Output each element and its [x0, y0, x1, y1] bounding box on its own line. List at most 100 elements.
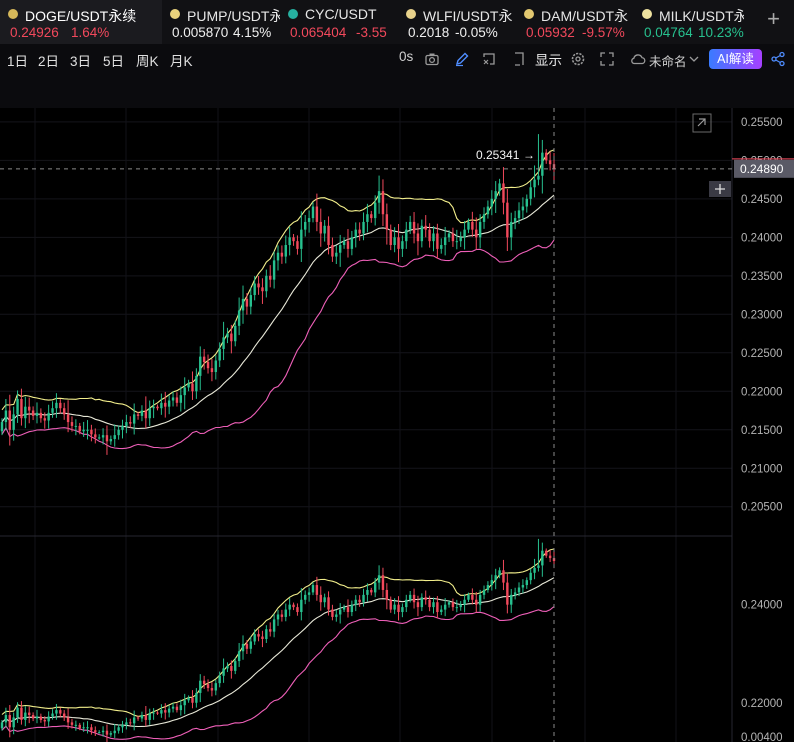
- candle-body: [136, 717, 140, 719]
- candle-body: [0, 422, 4, 432]
- candle-body: [475, 599, 478, 605]
- candle-body: [241, 298, 245, 311]
- share-icon[interactable]: [770, 51, 786, 67]
- wlfi-coin-icon: [406, 9, 416, 19]
- candle-body: [338, 609, 342, 615]
- pencil-icon[interactable]: [454, 51, 470, 67]
- candle-body: [424, 225, 427, 230]
- interval-5d[interactable]: 5日: [103, 50, 124, 70]
- candle-body: [502, 183, 505, 203]
- candle-body: [66, 717, 70, 723]
- candle-body: [401, 241, 404, 249]
- milk-coin-icon: [642, 9, 652, 19]
- candle-body: [510, 221, 513, 238]
- candlestick-chart[interactable]: 0.255000.250000.245000.240000.235000.230…: [0, 108, 794, 742]
- candle-body: [156, 406, 159, 409]
- candle-body: [331, 609, 334, 617]
- candle-body: [338, 245, 342, 253]
- candle-body: [206, 684, 210, 689]
- chart-toolbar: 1日 2日 3日 5日 周K 月K 0s 显示 未命名: [0, 44, 794, 74]
- tab-change: -3.55: [356, 25, 387, 40]
- candle-body: [350, 237, 354, 249]
- fullscreen-icon[interactable]: [599, 51, 615, 67]
- candle-body: [94, 730, 97, 733]
- candle-body: [373, 582, 377, 593]
- countdown-label: 0s: [399, 49, 414, 64]
- candle-body: [269, 275, 272, 280]
- candle-body: [28, 406, 31, 411]
- candle-body: [440, 609, 443, 613]
- cyc-coin-icon: [288, 9, 298, 19]
- candle-body: [55, 402, 58, 409]
- candle-body: [319, 221, 322, 234]
- gear-icon[interactable]: [570, 51, 586, 67]
- candle-body: [237, 651, 241, 662]
- candle-body: [195, 692, 198, 703]
- candle-body: [191, 697, 194, 703]
- candle-body: [288, 604, 291, 610]
- candle-body: [164, 402, 167, 407]
- candle-body: [210, 688, 214, 691]
- tab-symbol: PUMP/USDT永: [187, 8, 280, 24]
- candle-body: [4, 715, 8, 723]
- candle-body: [459, 237, 462, 242]
- cloud-icon[interactable]: [629, 51, 647, 67]
- candle-body: [97, 732, 101, 734]
- candle-body: [455, 241, 459, 243]
- candle-body: [70, 422, 74, 426]
- candle-body: [350, 604, 354, 613]
- candle-body: [148, 713, 151, 720]
- tab-dam[interactable]: DAM/USDT永 0.05932 -9.57%: [516, 0, 634, 44]
- symbol-tab-bar: DOGE/USDT永续 0.24926 1.64% PUMP/USDT永 0.0…: [0, 0, 794, 45]
- select-icon[interactable]: [481, 51, 497, 67]
- sub-axis-tick: 0.24000: [741, 600, 783, 612]
- candle-body: [436, 602, 439, 613]
- candle-body: [463, 599, 466, 605]
- interval-2d[interactable]: 2日: [38, 50, 59, 70]
- tab-cyc[interactable]: CYC/USDT 0.065404 -3.55: [280, 0, 398, 44]
- candle-body: [533, 567, 536, 573]
- candle-body: [105, 435, 109, 442]
- tab-price: 0.2018: [408, 25, 450, 40]
- tab-price: 0.065404: [290, 25, 347, 40]
- candle-body: [55, 710, 58, 714]
- candle-body: [416, 233, 420, 242]
- candle-body: [136, 414, 140, 416]
- interval-3d[interactable]: 3日: [70, 50, 91, 70]
- interval-1d[interactable]: 1日: [7, 50, 28, 70]
- candle-body: [529, 572, 532, 581]
- candle-body: [230, 333, 233, 342]
- layout-name[interactable]: 未命名: [649, 51, 687, 70]
- candle-body: [366, 589, 369, 595]
- candle-body: [253, 634, 256, 642]
- candle-body: [416, 602, 420, 608]
- chevron-down-icon[interactable]: [688, 51, 700, 67]
- tab-change: 4.15%: [233, 25, 272, 40]
- candle-body: [265, 275, 268, 292]
- candle-body: [385, 214, 389, 230]
- interval-week[interactable]: 周K: [136, 50, 159, 70]
- candle-body: [381, 575, 385, 590]
- ai-interpret-button[interactable]: AI解读: [709, 49, 762, 69]
- expand-icon[interactable]: [511, 51, 527, 67]
- display-button[interactable]: 显示: [535, 49, 562, 69]
- tab-wlfi[interactable]: WLFI/USDT永 0.2018 -0.05%: [398, 0, 516, 44]
- candle-body: [183, 700, 186, 706]
- tab-milk[interactable]: MILK/USDT永 0.04764 10.23%: [634, 0, 744, 44]
- candle-body: [471, 594, 474, 600]
- candle-body: [226, 333, 229, 338]
- candle-body: [432, 233, 435, 242]
- candle-body: [62, 713, 66, 718]
- candle-body: [171, 706, 175, 709]
- tab-pump[interactable]: PUMP/USDT永 0.005870 4.15%: [162, 0, 280, 44]
- camera-icon[interactable]: [424, 51, 440, 67]
- candle-body: [16, 707, 19, 718]
- tab-doge[interactable]: DOGE/USDT永续 0.24926 1.64%: [0, 0, 162, 44]
- doge-coin-icon: [8, 9, 18, 19]
- candle-body: [8, 715, 11, 728]
- candle-body: [478, 594, 482, 605]
- add-tab-button[interactable]: +: [767, 8, 780, 30]
- candle-body: [381, 191, 385, 215]
- interval-month[interactable]: 月K: [170, 50, 193, 70]
- candle-body: [86, 429, 89, 431]
